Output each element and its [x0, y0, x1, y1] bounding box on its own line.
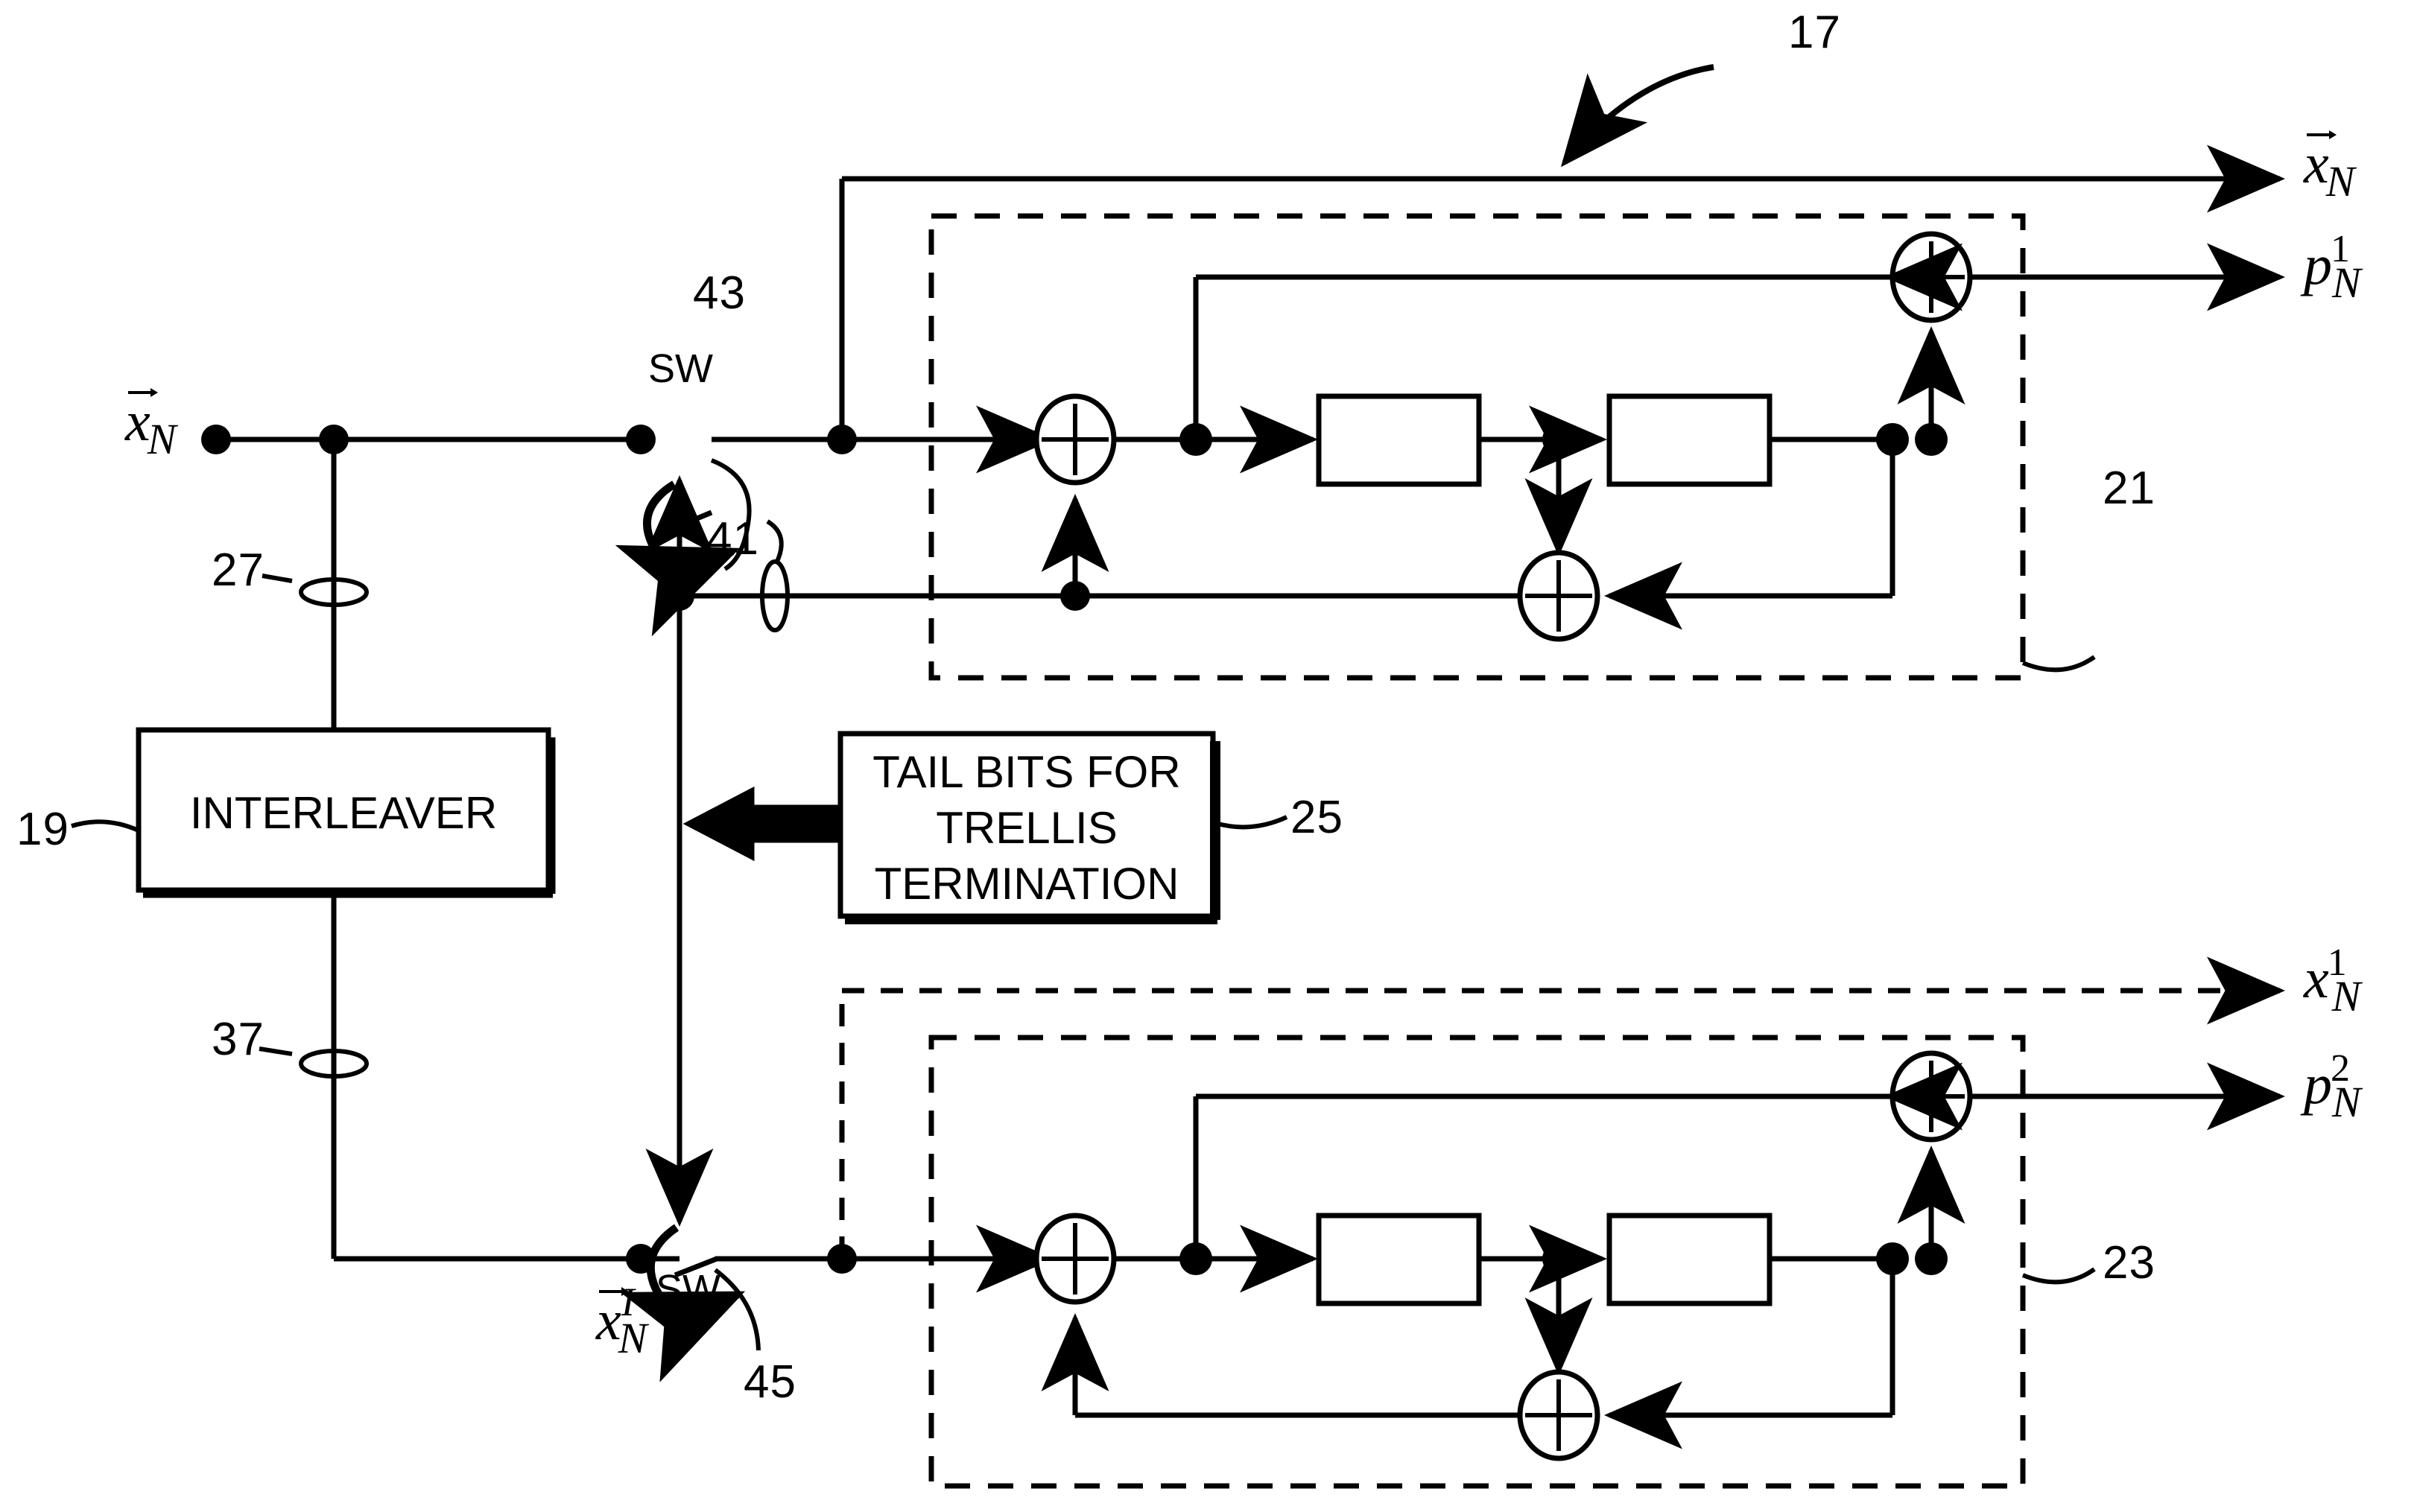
ref-25: 25: [1290, 792, 1343, 843]
ref-17: 17: [1788, 7, 1841, 58]
encoder-bottom-internals: [976, 1050, 2285, 1461]
signal-base: x: [125, 390, 151, 453]
signal-base: p: [2304, 1053, 2332, 1116]
signal-label-out-systematic-bottom: x1N: [2304, 944, 2377, 1018]
delay-box: [1316, 1213, 1482, 1306]
leader-25: [1214, 815, 1288, 830]
tail-bits-label-line3: TERMINATION: [874, 859, 1179, 909]
leader-19: [71, 819, 140, 833]
figure-canvas: x N x IN x N p1N x1N p2N INTERLEAVER TAI…: [0, 0, 2417, 1512]
leader-21: [2021, 655, 2096, 673]
signal-label-out-parity-2: p2N: [2304, 1049, 2380, 1124]
junction-dot: [626, 425, 656, 454]
signal-sub: N: [147, 415, 177, 463]
signal-label-out-systematic-top: x N: [2304, 130, 2357, 203]
junction-dot: [1915, 423, 1948, 456]
tail-bits-label-line1: TAIL BITS FOR: [872, 747, 1181, 797]
signal-sub: N: [2332, 1078, 2361, 1126]
ref-43: 43: [693, 267, 746, 319]
interleaver-label: INTERLEAVER: [189, 788, 498, 838]
signal-sub: N: [2331, 972, 2361, 1020]
signal-sub: N: [2332, 258, 2361, 307]
ref-41: 41: [706, 513, 759, 565]
vector-arrow-icon: [2307, 130, 2337, 139]
signal-label-input: x N: [125, 388, 179, 461]
leader-41: [766, 519, 784, 565]
ref-21: 21: [2103, 463, 2155, 514]
ref-45: 45: [744, 1356, 796, 1408]
ref-37: 37: [212, 1014, 264, 1065]
signal-base: x: [596, 1289, 621, 1352]
signal-base: p: [2304, 234, 2332, 296]
leader-17: [1560, 64, 1714, 168]
leader-27: [262, 574, 293, 583]
interleaved-bus: [331, 890, 656, 1274]
signal-base: x: [2304, 947, 2329, 1010]
signal-sub: N: [2325, 157, 2355, 206]
leader-23: [2021, 1267, 2096, 1285]
delay-box: [1606, 393, 1773, 487]
vector-arrow-icon: [128, 388, 158, 397]
ref-23: 23: [2103, 1237, 2155, 1289]
tail-bits-label-line2: TRELLIS: [936, 803, 1118, 853]
delay-box: [1316, 393, 1482, 487]
ref-19: 19: [16, 804, 69, 855]
switch-label-bottom: SW: [656, 1267, 720, 1312]
encoder-top-internals: [915, 231, 2285, 642]
signal-base: x: [2304, 133, 2329, 195]
leader-45: [714, 1268, 761, 1351]
switch-label-top: SW: [648, 346, 713, 391]
junction-dot: [201, 425, 231, 454]
signal-sub: N: [618, 1314, 647, 1362]
delay-box: [1606, 1213, 1773, 1306]
junction-dot: [1915, 1242, 1948, 1275]
ref-27: 27: [212, 544, 264, 596]
signal-label-interleaved: x IN: [596, 1282, 663, 1360]
tail-bits-block-arrow: [682, 786, 843, 862]
signal-label-out-parity-1: p1N: [2304, 230, 2380, 305]
